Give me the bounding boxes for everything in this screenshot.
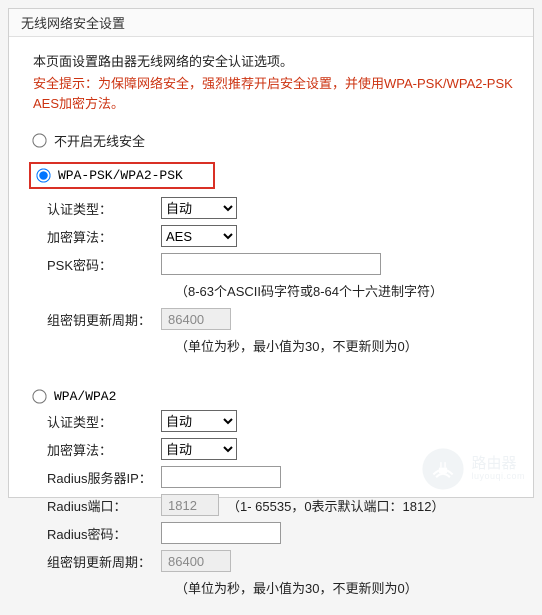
watermark-sub: luyouqi.com (471, 472, 525, 481)
intro-text: 本页面设置路由器无线网络的安全认证选项。 (33, 51, 513, 70)
wpa-auth-select[interactable]: 自动 (161, 410, 237, 432)
wpapsk-rekey-label: 组密钥更新周期： (47, 310, 161, 329)
wpapsk-enc-select[interactable]: AES (161, 225, 237, 247)
wpa-rekey-label: 组密钥更新周期： (47, 552, 161, 571)
radius-ip-input[interactable] (161, 466, 281, 488)
wpa-rekey-input[interactable] (161, 550, 231, 572)
psk-password-input[interactable] (161, 253, 381, 275)
radio-wpapsk[interactable] (36, 168, 50, 182)
router-icon (421, 447, 465, 491)
radio-wpa[interactable] (32, 389, 46, 403)
option-no-security[interactable]: 不开启无线安全 (33, 127, 513, 162)
watermark: 路由器 luyouqi.com (421, 447, 525, 491)
wpapsk-rekey-input[interactable] (161, 308, 231, 330)
wpapsk-enc-label: 加密算法： (47, 227, 161, 246)
security-panel: 无线网络安全设置 本页面设置路由器无线网络的安全认证选项。 安全提示：为保障网络… (8, 8, 534, 498)
wpapsk-rekey-hint: （单位为秒，最小值为30，不更新则为0） (175, 336, 513, 355)
wpapsk-psk-label: PSK密码： (47, 255, 161, 274)
wpa-section: 认证类型： 自动 加密算法： 自动 Radius服务器IP： (33, 410, 513, 597)
radius-port-hint: （1- 65535，0表示默认端口：1812） (227, 496, 444, 515)
watermark-text: 路由器 (471, 456, 525, 472)
option-wpa[interactable]: WPA/WPA2 (33, 385, 513, 410)
radio-wpa-label: WPA/WPA2 (54, 389, 116, 404)
wpapsk-auth-label: 认证类型： (47, 199, 161, 218)
panel-body: 本页面设置路由器无线网络的安全认证选项。 安全提示：为保障网络安全，强烈推荐开启… (9, 37, 533, 615)
wpa-enc-label: 加密算法： (47, 440, 161, 459)
radius-port-input[interactable] (161, 494, 219, 516)
wpa-enc-select[interactable]: 自动 (161, 438, 237, 460)
wpapsk-auth-select[interactable]: 自动 (161, 197, 237, 219)
psk-hint: （8-63个ASCII码字符或8-64个十六进制字符） (175, 281, 513, 300)
radius-pw-input[interactable] (161, 522, 281, 544)
radius-ip-label: Radius服务器IP： (47, 468, 161, 487)
radius-pw-label: Radius密码： (47, 524, 161, 543)
panel-title: 无线网络安全设置 (9, 9, 533, 37)
security-warning: 安全提示：为保障网络安全，强烈推荐开启安全设置，并使用WPA-PSK/WPA2-… (33, 74, 513, 113)
radio-wpapsk-label: WPA-PSK/WPA2-PSK (58, 168, 183, 183)
radio-none-label: 不开启无线安全 (54, 131, 145, 150)
wpa-auth-label: 认证类型： (47, 412, 161, 431)
wpapsk-section: 认证类型： 自动 加密算法： AES PSK密码： (33, 197, 513, 355)
radius-port-label: Radius端口： (47, 496, 161, 515)
radio-none[interactable] (32, 133, 46, 147)
option-wpa-psk[interactable]: WPA-PSK/WPA2-PSK (29, 162, 215, 189)
wpa-rekey-hint: （单位为秒，最小值为30，不更新则为0） (175, 578, 513, 597)
